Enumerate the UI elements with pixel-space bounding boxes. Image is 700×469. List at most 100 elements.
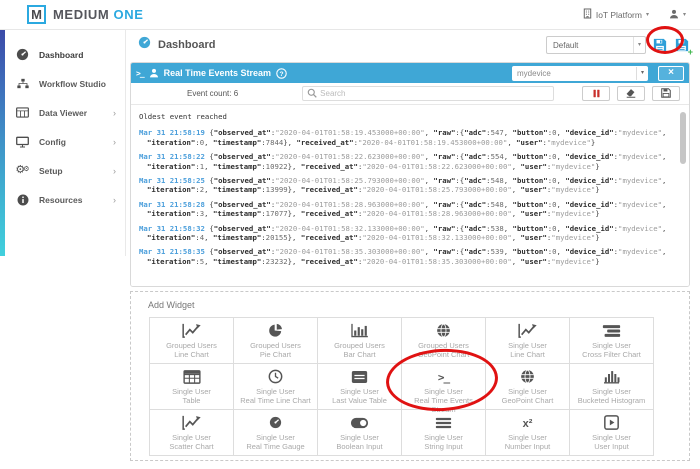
- widget-type-label: String Input: [402, 442, 485, 451]
- widget-type-label: Pie Chart: [234, 350, 317, 359]
- widget-type-label: Scatter Chart: [150, 442, 233, 451]
- widget-grouped-users-bar-chart[interactable]: Grouped UsersBar Chart: [318, 318, 402, 364]
- search-box: [302, 86, 554, 101]
- widget-group-label: Single User: [234, 387, 317, 396]
- widget-single-user-last-value-table[interactable]: Single UserLast Value Table: [318, 364, 402, 410]
- toolbar-buttons: [582, 86, 680, 101]
- help-icon[interactable]: ?: [276, 68, 287, 79]
- cross-filter-icon: [570, 322, 653, 341]
- widget-single-user-real-time-events-stream[interactable]: >_Single UserReal Time Events Stream: [402, 364, 486, 410]
- widget-single-user-user-input[interactable]: Single UserUser Input: [570, 410, 654, 456]
- event-row: Mar 31 21:58:25 {"observed_at":"2020-04-…: [139, 176, 673, 195]
- widget-grouped-users-line-chart[interactable]: Grouped UsersLine Chart: [150, 318, 234, 364]
- widget-single-user-real-time-gauge[interactable]: Single UserReal Time Gauge: [234, 410, 318, 456]
- widget-single-user-line-chart[interactable]: Single UserLine Chart: [486, 318, 570, 364]
- user-menu[interactable]: ▾: [669, 9, 686, 21]
- clock-icon: [234, 368, 317, 387]
- chevron-down-icon: ▾: [633, 37, 645, 53]
- play-square-icon: [570, 414, 653, 433]
- sidebar-item-setup[interactable]: ⚙⚙Setup›: [0, 156, 126, 185]
- widget-single-user-scatter-chart[interactable]: Single UserScatter Chart: [150, 410, 234, 456]
- widget-group-label: Grouped Users: [150, 341, 233, 350]
- bar-chart-icon: [318, 322, 401, 341]
- chevron-down-icon: ▾: [683, 11, 686, 18]
- widget-group-label: Single User: [234, 433, 317, 442]
- widget-single-user-bucketed-histogram[interactable]: Single UserBucketed Histogram: [570, 364, 654, 410]
- widget-type-label: Real Time Gauge: [234, 442, 317, 451]
- sidebar-item-label: Setup: [39, 166, 63, 176]
- chevron-right-icon: ›: [113, 108, 116, 118]
- main-title: Dashboard: [138, 36, 215, 54]
- widget-grouped-users-geopoint-chart[interactable]: Grouped UsersGeoPoint Chart: [402, 318, 486, 364]
- sidebar-item-workflow-studio[interactable]: Workflow Studio: [0, 69, 126, 98]
- widget-group-label: Single User: [570, 387, 653, 396]
- widget-single-user-cross-filter-chart[interactable]: Single UserCross Filter Chart: [570, 318, 654, 364]
- chevron-right-icon: ›: [113, 195, 116, 205]
- event-json: {"observed_at":"2020-04-01T01:58:22.6230…: [147, 152, 666, 170]
- widget-type-label: Bucketed Histogram: [570, 396, 653, 405]
- save-dashboard-button[interactable]: [652, 37, 668, 53]
- export-button[interactable]: [652, 86, 680, 101]
- event-timestamp: Mar 31 21:58:32: [139, 224, 205, 233]
- sidebar-item-label: Data Viewer: [39, 108, 87, 118]
- line-chart-icon: [150, 414, 233, 433]
- widget-grouped-users-pie-chart[interactable]: Grouped UsersPie Chart: [234, 318, 318, 364]
- search-input[interactable]: [320, 89, 549, 98]
- terminal-icon: >_: [136, 69, 144, 78]
- widget-single-user-geopoint-chart[interactable]: Single UserGeoPoint Chart: [486, 364, 570, 410]
- event-timestamp: Mar 31 21:58:28: [139, 200, 205, 209]
- event-timestamp: Mar 31 21:58:35: [139, 247, 205, 256]
- log-scrollbar[interactable]: [680, 112, 686, 164]
- topbar: M MEDIUM ONE IoT Platform ▾ ▾: [0, 0, 700, 30]
- widget-type-label: Number Input: [486, 442, 569, 451]
- chevron-down-icon: ▾: [636, 67, 648, 80]
- sidebar-item-dashboard[interactable]: Dashboard: [0, 40, 126, 69]
- globe-icon: [402, 322, 485, 341]
- widget-single-user-real-time-line-chart[interactable]: Single UserReal Time Line Chart: [234, 364, 318, 410]
- platform-label: IoT Platform: [596, 10, 642, 20]
- platform-menu[interactable]: IoT Platform ▾: [583, 8, 649, 21]
- panel-title: Real Time Events Stream: [164, 68, 271, 78]
- widget-group-label: Single User: [318, 387, 401, 396]
- event-row: Mar 31 21:58:28 {"observed_at":"2020-04-…: [139, 200, 673, 219]
- widget-single-user-boolean-input[interactable]: Single UserBoolean Input: [318, 410, 402, 456]
- gauge-icon: [234, 414, 317, 433]
- clear-button[interactable]: [617, 86, 645, 101]
- add-widget-section: Add Widget Grouped UsersLine ChartGroupe…: [130, 291, 690, 461]
- info-icon: [15, 194, 30, 206]
- widget-type-label: GeoPoint Chart: [402, 350, 485, 359]
- device-select[interactable]: mydevice ▾: [512, 66, 648, 81]
- pie-chart-icon: [234, 322, 317, 341]
- list-table-icon: [318, 368, 401, 387]
- pause-button[interactable]: [582, 86, 610, 101]
- widget-single-user-string-input[interactable]: Single UserString Input: [402, 410, 486, 456]
- widget-single-user-table[interactable]: Single UserTable: [150, 364, 234, 410]
- event-row: Mar 31 21:58:35 {"observed_at":"2020-04-…: [139, 247, 673, 266]
- medium-one-app: M MEDIUM ONE IoT Platform ▾ ▾ DashboardW…: [0, 0, 700, 469]
- widget-grid: Grouped UsersLine ChartGrouped UsersPie …: [149, 317, 654, 456]
- close-panel-button[interactable]: ×: [658, 66, 684, 81]
- accent-strip: [0, 30, 5, 256]
- sidebar-item-config[interactable]: Config›: [0, 127, 126, 156]
- widget-group-label: Single User: [570, 433, 653, 442]
- header-controls: Default ▾ +: [546, 36, 690, 54]
- event-json: {"observed_at":"2020-04-01T01:58:25.7930…: [147, 176, 666, 194]
- search-icon: [307, 85, 317, 103]
- dashboard-content: >_ Real Time Events Stream ? mydevice ▾ …: [130, 62, 690, 461]
- event-json: {"observed_at":"2020-04-01T01:58:28.9630…: [147, 200, 666, 218]
- brand-logo[interactable]: M MEDIUM ONE: [27, 5, 144, 24]
- sidebar-item-data-viewer[interactable]: Data Viewer ›: [0, 98, 126, 127]
- terminal-icon: >_: [402, 368, 485, 387]
- dashboard-select[interactable]: Default ▾: [546, 36, 646, 54]
- topbar-right: IoT Platform ▾ ▾: [583, 8, 700, 21]
- svg-text:?: ?: [279, 70, 283, 77]
- gears-icon: ⚙⚙: [15, 165, 30, 176]
- save-icon: [661, 85, 671, 103]
- sidebar-item-resources[interactable]: Resources›: [0, 185, 126, 214]
- table-icon: [15, 107, 30, 118]
- widget-single-user-number-input[interactable]: x²Single UserNumber Input: [486, 410, 570, 456]
- panel-header: >_ Real Time Events Stream ? mydevice ▾ …: [131, 63, 689, 83]
- gauge-icon: [15, 48, 30, 61]
- sidebar-nav: DashboardWorkflow Studio Data Viewer › Conf…: [0, 30, 126, 214]
- save-as-new-dashboard-button[interactable]: +: [674, 37, 690, 53]
